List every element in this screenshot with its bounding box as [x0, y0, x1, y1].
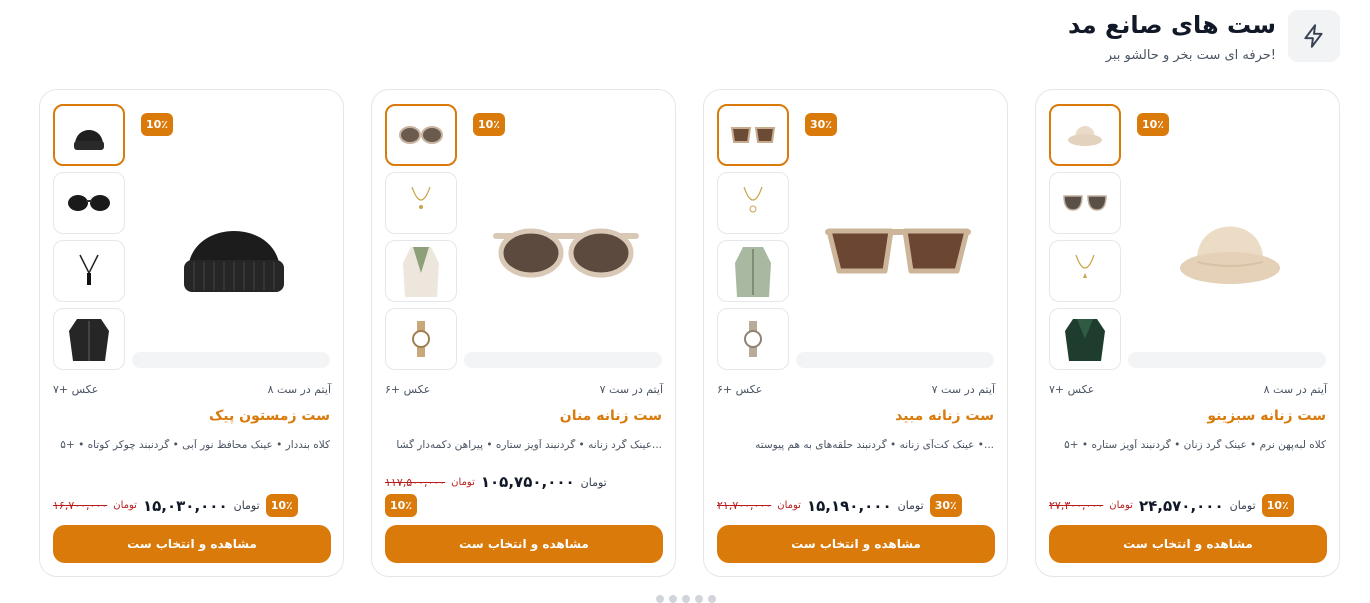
items-count: ۷ آیتم در ست	[931, 383, 995, 396]
set-description: عینک گرد زنانه • گردنبند آویز ستاره • پی…	[396, 439, 662, 451]
carousel-dot[interactable]	[669, 595, 677, 603]
discount-badge: 10٪	[473, 113, 506, 136]
set-name[interactable]: ست زمستون پیک	[209, 408, 330, 424]
view-set-button[interactable]: مشاهده و انتخاب ست	[717, 525, 995, 563]
photo-count: ۷+ عکس	[1049, 383, 1095, 396]
image-strip	[132, 352, 330, 368]
photo-count: ۶+ عکس	[385, 383, 431, 396]
currency-label: تومان	[1229, 499, 1256, 512]
carousel-dot[interactable]	[682, 595, 690, 603]
final-price: ۱۵,۱۹۰,۰۰۰	[806, 496, 892, 515]
items-count: ۸ آیتم در ست	[1263, 383, 1327, 396]
items-count: ۸ آیتم در ست	[267, 383, 331, 396]
image-strip	[796, 352, 994, 368]
price-row: ۲۷,۳۰۰,۰۰۰ تومان ۲۴,۵۷۰,۰۰۰ تومان 10٪	[1049, 494, 1294, 517]
price-row: ۱۶,۷۰۰,۰۰۰ تومان ۱۵,۰۳۰,۰۰۰ تومان 10٪	[53, 494, 298, 517]
carousel-dot[interactable]	[656, 595, 664, 603]
set-description: کلاه بنددار • عینک محافظ نور آبی • گردنب…	[60, 439, 330, 451]
discount-badge: 10٪	[265, 494, 298, 517]
hero-image-bucket-hat[interactable]	[1132, 146, 1327, 356]
photo-count: ۶+ عکس	[717, 383, 763, 396]
card-meta: ۷+ عکس ۸ آیتم در ست	[1049, 383, 1327, 396]
card-meta: ۷+ عکس ۸ آیتم در ست	[53, 383, 331, 396]
set-card[interactable]: 30٪ ۶+ عکس ۷ آیتم در ست ست زنانه مبید عی…	[703, 89, 1008, 577]
thumbnail-jacket[interactable]	[53, 308, 125, 370]
old-price: ۱۱۷,۵۰۰,۰۰۰	[385, 475, 446, 489]
thumbnail-sunglasses[interactable]	[385, 104, 457, 166]
lightning-icon	[1288, 10, 1340, 62]
thumbnail-sunglasses[interactable]	[53, 172, 125, 234]
items-count: ۷ آیتم در ست	[599, 383, 663, 396]
view-set-button[interactable]: مشاهده و انتخاب ست	[1049, 525, 1327, 563]
price-row: ۲۱,۷۰۰,۰۰۰ تومان ۱۵,۱۹۰,۰۰۰ تومان 30٪	[717, 494, 962, 517]
set-cards: 10٪ ۷+ عکس ۸ آیتم در ست ست زمستون پیک کل…	[39, 89, 1341, 577]
image-strip	[464, 352, 662, 368]
thumbnail-watch[interactable]	[385, 308, 457, 370]
currency-label: تومان	[1109, 500, 1133, 511]
thumbnail-list	[1049, 104, 1121, 376]
discount-badge: 10٪	[1261, 494, 1294, 517]
carousel-dots	[656, 595, 716, 603]
set-description: عینک کت‌آی زنانه • گردنبند حلقه‌های به ه…	[755, 439, 994, 451]
thumbnail-list	[385, 104, 457, 376]
thumbnail-sunglasses[interactable]	[1049, 172, 1121, 234]
photo-count: ۷+ عکس	[53, 383, 99, 396]
currency-label: تومان	[580, 475, 607, 489]
final-price: ۱۵,۰۳۰,۰۰۰	[142, 496, 228, 515]
set-name[interactable]: ست زنانه مبید	[895, 408, 994, 424]
discount-badge: 30٪	[805, 113, 838, 136]
view-set-button[interactable]: مشاهده و انتخاب ست	[385, 525, 663, 563]
discount-badge: 10٪	[1137, 113, 1170, 136]
old-price: ۱۶,۷۰۰,۰۰۰	[53, 499, 108, 512]
card-meta: ۶+ عکس ۷ آیتم در ست	[385, 383, 663, 396]
section-header: ست های صانع مد حرفه ای ست بخر و حالشو بب…	[1068, 10, 1340, 63]
section-title: ست های صانع مد	[1067, 11, 1276, 39]
thumbnail-list	[717, 104, 789, 376]
section-subtitle: حرفه ای ست بخر و حالشو ببر!	[1105, 48, 1276, 63]
thumbnail-beanie[interactable]	[53, 104, 125, 166]
currency-label: تومان	[777, 500, 801, 511]
currency-label: تومان	[113, 500, 137, 511]
thumbnail-necklace[interactable]	[1049, 240, 1121, 302]
currency-label: تومان	[897, 499, 924, 512]
old-price: ۲۷,۳۰۰,۰۰۰	[1049, 499, 1104, 512]
set-card[interactable]: 10٪ ۷+ عکس ۸ آیتم در ست ست زنانه سبزینو …	[1035, 89, 1340, 577]
thumbnail-coat[interactable]	[717, 240, 789, 302]
final-price: ۲۴,۵۷۰,۰۰۰	[1138, 496, 1224, 515]
thumbnail-necklace[interactable]	[53, 240, 125, 302]
set-card[interactable]: 10٪ ۷+ عکس ۸ آیتم در ست ست زمستون پیک کل…	[39, 89, 344, 577]
thumbnail-jacket[interactable]	[1049, 308, 1121, 370]
discount-badge: 30٪	[929, 494, 962, 517]
carousel-dot[interactable]	[695, 595, 703, 603]
card-meta: ۶+ عکس ۷ آیتم در ست	[717, 383, 995, 396]
set-card[interactable]: 10٪ ۶+ عکس ۷ آیتم در ست ست زنانه منان عی…	[371, 89, 676, 577]
thumbnail-list	[53, 104, 125, 376]
discount-badge: 10٪	[141, 113, 174, 136]
thumbnail-sunglasses[interactable]	[717, 104, 789, 166]
hero-image-beanie[interactable]	[136, 146, 331, 356]
price-row: ۱۱۷,۵۰۰,۰۰۰ تومان ۱۰۵,۷۵۰,۰۰۰ تومان	[385, 473, 607, 491]
carousel-dot[interactable]	[708, 595, 716, 603]
thumbnail-coat[interactable]	[385, 240, 457, 302]
set-name[interactable]: ست زنانه سبزینو	[1207, 408, 1326, 424]
discount-badge: 10٪	[385, 494, 418, 517]
set-description: کلاه لبه‌پهن نرم • عینک گرد زنان • گردنب…	[1064, 439, 1326, 451]
thumbnail-necklace[interactable]	[385, 172, 457, 234]
final-price: ۱۰۵,۷۵۰,۰۰۰	[480, 473, 575, 491]
hero-image-sunglasses[interactable]	[800, 146, 995, 356]
thumbnail-bucket-hat[interactable]	[1049, 104, 1121, 166]
currency-label: تومان	[233, 499, 260, 512]
thumbnail-necklace[interactable]	[717, 172, 789, 234]
old-price: ۲۱,۷۰۰,۰۰۰	[717, 499, 772, 512]
image-strip	[1128, 352, 1326, 368]
thumbnail-watch[interactable]	[717, 308, 789, 370]
hero-image-sunglasses[interactable]	[468, 146, 663, 356]
view-set-button[interactable]: مشاهده و انتخاب ست	[53, 525, 331, 563]
currency-label: تومان	[451, 476, 475, 488]
set-name[interactable]: ست زنانه منان	[560, 408, 662, 424]
